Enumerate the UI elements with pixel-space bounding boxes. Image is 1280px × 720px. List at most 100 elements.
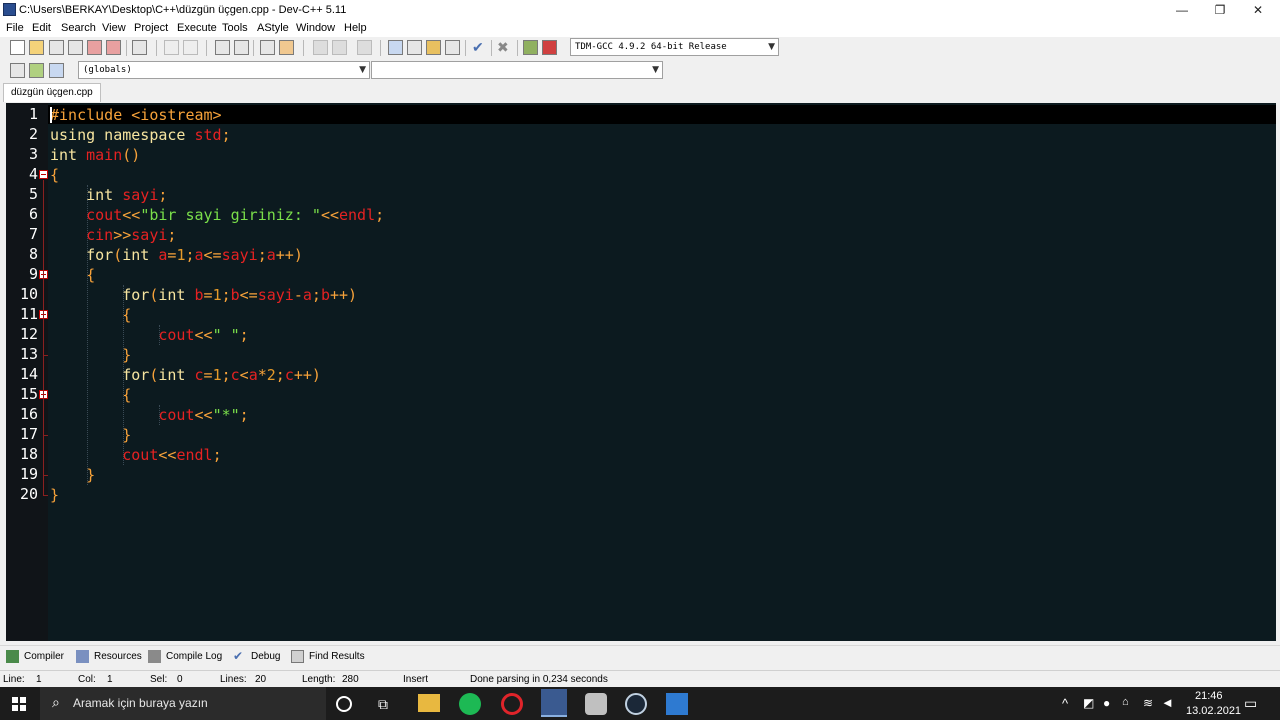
code-token: ; (275, 366, 285, 384)
fold-line (43, 400, 44, 435)
menu-search[interactable]: Search (61, 22, 96, 34)
find-results-tab[interactable]: Find Results (291, 649, 367, 665)
menu-window[interactable]: Window (296, 22, 335, 34)
line-number: 19 (19, 465, 38, 483)
menu-execute[interactable]: Execute (177, 22, 217, 34)
code-token: () (122, 146, 141, 164)
code-token: = (203, 366, 213, 384)
compiler-tab[interactable]: Compiler (6, 649, 70, 665)
run-icon[interactable] (407, 40, 422, 55)
search-placeholder: Aramak için buraya yazın (73, 696, 208, 710)
profile-icon[interactable] (523, 40, 538, 55)
debug-icon[interactable] (542, 40, 557, 55)
compiler-select[interactable]: TDM-GCC 4.9.2 64-bit Release ▼ (570, 38, 779, 56)
replace-icon[interactable] (234, 40, 249, 55)
debug-tab[interactable]: ✔ Debug (233, 649, 285, 665)
menu-file[interactable]: File (6, 22, 24, 34)
media-player-icon[interactable] (666, 693, 688, 715)
goto-icon[interactable] (29, 63, 44, 78)
wifi-icon[interactable]: ≋ (1143, 696, 1153, 710)
undo-icon[interactable] (164, 40, 179, 55)
app-icon[interactable] (585, 693, 607, 715)
maximize-button[interactable]: ❐ (1200, 0, 1240, 20)
toolbar-separator (491, 40, 492, 56)
goto-line-icon[interactable] (260, 40, 275, 55)
print-icon[interactable] (132, 40, 147, 55)
code-token: b (230, 286, 240, 304)
resources-tab[interactable]: Resources (76, 649, 142, 665)
menu-tools[interactable]: Tools (222, 22, 248, 34)
code-line: } (50, 425, 131, 445)
menu-astyle[interactable]: AStyle (257, 22, 289, 34)
save-all-icon[interactable] (68, 40, 83, 55)
compile-icon[interactable] (388, 40, 403, 55)
line-number: 20 (19, 485, 38, 503)
member-select[interactable]: ▼ (371, 61, 663, 79)
open-file-icon[interactable] (29, 40, 44, 55)
status-sel-label: Sel: (150, 674, 168, 685)
insert-icon[interactable] (10, 63, 25, 78)
minimize-button[interactable]: — (1162, 0, 1202, 20)
globals-select[interactable]: (globals) ▼ (78, 61, 370, 79)
project-icon[interactable] (49, 63, 64, 78)
tray-app-icon[interactable]: ◩ (1083, 696, 1094, 710)
menu-view[interactable]: View (102, 22, 126, 34)
save-icon[interactable] (49, 40, 64, 55)
file-explorer-icon[interactable] (418, 694, 440, 712)
opera-icon[interactable] (501, 693, 523, 715)
redo-icon[interactable] (183, 40, 198, 55)
indent-icon[interactable] (313, 40, 328, 55)
code-token: std (194, 126, 222, 144)
steam-icon[interactable] (625, 693, 647, 715)
code-token: for (50, 246, 114, 264)
microphone-icon[interactable]: ● (1103, 696, 1110, 710)
taskbar-search-box[interactable]: ⌕ Aramak için buraya yazın (40, 687, 326, 720)
menu-help[interactable]: Help (344, 22, 367, 34)
toolbar-separator (126, 40, 127, 56)
code-token: b (320, 286, 330, 304)
windows-start-icon[interactable] (12, 697, 26, 711)
new-file-icon[interactable] (10, 40, 25, 55)
code-token: for (50, 366, 150, 384)
close-button[interactable]: ✕ (1238, 0, 1278, 20)
menu-project[interactable]: Project (134, 22, 168, 34)
tray-chevron-up-icon[interactable]: ^ (1062, 696, 1068, 711)
chevron-down-icon: ▼ (359, 65, 366, 75)
rebuild-icon[interactable] (445, 40, 460, 55)
code-token: int (50, 186, 123, 204)
tab-file[interactable]: düzgün üçgen.cpp (3, 83, 101, 102)
code-token: } (50, 346, 132, 364)
syntax-check-icon[interactable]: ✔ (472, 40, 487, 55)
menu-edit[interactable]: Edit (32, 22, 51, 34)
notifications-icon[interactable]: ▭ (1244, 695, 1257, 712)
find-icon[interactable] (215, 40, 230, 55)
devcpp-taskbar-icon[interactable] (541, 689, 567, 717)
network-icon[interactable]: ⌂ (1122, 696, 1129, 708)
line-number: 9 (28, 265, 38, 283)
spotify-icon[interactable] (459, 693, 481, 715)
unindent-icon[interactable] (332, 40, 347, 55)
stop-execution-icon[interactable]: ✖ (497, 40, 512, 55)
compile-run-icon[interactable] (426, 40, 441, 55)
code-token: c (230, 366, 240, 384)
fullscreen-icon[interactable] (279, 40, 294, 55)
cortana-icon[interactable] (336, 696, 352, 712)
close-all-icon[interactable] (106, 40, 121, 55)
code-line: cout<<endl; (50, 445, 221, 465)
globals-select-value: (globals) (83, 65, 132, 75)
chevron-down-icon: ▼ (652, 65, 659, 75)
code-editor[interactable]: 1 2 3 4 5 6 7 8 9 10 11 12 13 14 15 16 17 18 19 20 #include… (6, 103, 1276, 641)
code-token: a (248, 366, 258, 384)
fold-toggle-icon[interactable] (39, 170, 48, 179)
close-file-icon[interactable] (87, 40, 102, 55)
current-line-highlight (48, 105, 1276, 124)
task-view-icon[interactable]: ⧉ (378, 696, 400, 718)
compile-log-tab[interactable]: Compile Log (148, 649, 228, 665)
clock-date[interactable]: 13.02.2021 (1186, 705, 1241, 717)
code-line: #include <iostream> (50, 105, 222, 125)
code-token: ; (221, 126, 231, 144)
code-token: = (203, 286, 213, 304)
bookmark-icon[interactable] (357, 40, 372, 55)
clock-time[interactable]: 21:46 (1195, 690, 1223, 702)
volume-icon[interactable]: ◄ (1161, 695, 1174, 710)
